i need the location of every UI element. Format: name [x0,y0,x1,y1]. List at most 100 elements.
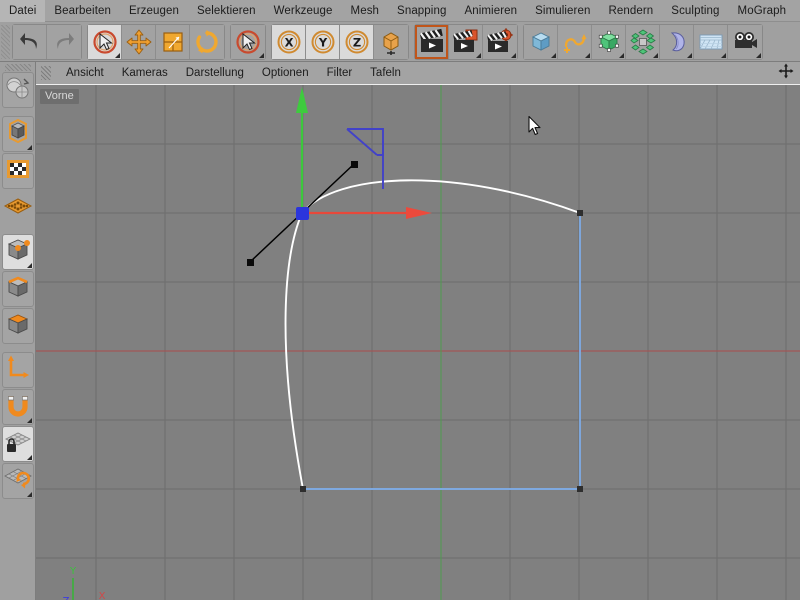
pan-view-button[interactable] [778,63,794,84]
viewmenu-tafeln[interactable]: Tafeln [361,62,410,84]
texture-mode-button[interactable] [1,153,34,189]
world-coordinates-icon [378,29,404,55]
point-mode-button[interactable] [1,234,34,270]
undo-icon [17,29,43,55]
popup-corner-indicator [585,52,590,58]
render-view-icon [418,28,446,56]
texture-mode-icon [5,156,31,187]
menu-mograph[interactable]: MoGraph [729,0,796,22]
world-coordinates-button[interactable] [374,24,408,59]
lock-workplane-button[interactable] [1,426,34,462]
menu-charakter[interactable]: Charak [795,0,800,22]
viewmenu-filter[interactable]: Filter [318,62,362,84]
menu-snapping[interactable]: Snapping [388,0,455,22]
axis-x-button[interactable]: X [272,24,306,59]
move-tool-button[interactable] [122,24,156,59]
deformer-button[interactable] [660,24,694,59]
live-selection-button[interactable] [88,24,122,59]
undo-button[interactable] [13,24,47,59]
rail-separator [0,109,35,115]
popup-corner-indicator [476,52,481,58]
deformer-icon [664,29,690,55]
render-settings-icon [486,27,514,56]
render-view-button[interactable] [415,24,449,59]
redo-button[interactable] [47,24,81,59]
polygon-mode-icon [4,311,32,342]
popup-corner-indicator [26,263,32,268]
menu-werkzeuge[interactable]: Werkzeuge [265,0,342,22]
popup-corner-indicator [26,145,32,150]
cube-primitive-icon [528,29,554,55]
axis-z-button[interactable]: Z [340,24,374,59]
object-mode-button[interactable] [1,116,34,152]
popup-corner-indicator [115,52,120,58]
gizmo-axis-y-head [296,87,308,113]
popup-corner-indicator [26,492,32,497]
popup-corner-indicator [756,52,761,58]
rail-separator [0,345,35,351]
viewport-canvas[interactable]: Vorne Y X [36,85,800,600]
tangent-handle-a [351,161,358,168]
move-icon [126,29,152,55]
axis-label-x: X [99,591,106,600]
popup-corner-indicator [26,418,32,423]
menu-rendern[interactable]: Rendern [599,0,662,22]
menu-erzeugen[interactable]: Erzeugen [120,0,188,22]
selection-tool-icon [234,28,262,56]
axis-modify-button[interactable] [1,352,34,388]
undo-view-button[interactable] [1,72,34,108]
environment-button[interactable] [694,24,728,59]
menu-simulieren[interactable]: Simulieren [526,0,599,22]
menu-animieren[interactable]: Animieren [455,0,526,22]
camera-button[interactable] [728,24,762,59]
viewmenu-kameras[interactable]: Kameras [113,62,177,84]
viewmenu-ansicht[interactable]: Ansicht [57,62,113,84]
menu-selektieren[interactable]: Selektieren [188,0,265,22]
spline-pen-button[interactable] [558,24,592,59]
toolbar-drag-grip[interactable] [1,24,10,59]
menu-sculpting[interactable]: Sculpting [662,0,728,22]
cinema4d-window: Datei Bearbeiten Erzeugen Selektieren We… [0,0,800,600]
spline-pen-icon [562,29,588,55]
render-picture-button[interactable] [449,24,483,59]
cube-primitive-button[interactable] [524,24,558,59]
edge-mode-button[interactable] [1,271,34,307]
svg-text:X: X [284,35,293,49]
popup-corner-indicator [619,52,624,58]
environment-icon [698,29,724,55]
viewport-grid [36,85,800,600]
spline-point-corner-left [300,486,306,492]
scale-tool-button[interactable] [156,24,190,59]
svg-text:Y: Y [317,35,327,49]
menu-mesh[interactable]: Mesh [342,0,389,22]
rail-drag-grip[interactable] [4,64,31,71]
menu-bearbeiten[interactable]: Bearbeiten [45,0,120,22]
axis-x-icon: X [276,29,302,55]
magnet-button[interactable] [1,389,34,425]
selection-tool-button[interactable] [231,24,265,59]
toolbar-create-group [523,23,763,60]
workplane-button[interactable] [1,463,34,499]
axis-label-y: Y [69,566,77,577]
array-button[interactable] [626,24,660,59]
deformer-mode-button[interactable] [2,190,34,226]
nurbs-button[interactable] [592,24,626,59]
axis-label-z: Z [63,596,70,600]
popup-corner-indicator [653,52,658,58]
viewport-drag-grip[interactable] [41,66,51,80]
viewmenu-optionen[interactable]: Optionen [253,62,318,84]
rotate-tool-button[interactable] [190,24,224,59]
live-selection-icon [91,28,119,56]
render-picture-icon [452,28,480,56]
toolbar-render-group [414,23,518,60]
axis-y-button[interactable]: Y [306,24,340,59]
popup-corner-indicator [259,52,264,58]
render-settings-button[interactable] [483,24,517,59]
rail-separator [0,227,35,233]
menu-datei[interactable]: Datei [0,0,46,22]
toolbar-transform-group [87,23,225,60]
viewmenu-darstellung[interactable]: Darstellung [177,62,253,84]
redo-icon [51,29,77,55]
polygon-mode-button[interactable] [1,308,34,344]
popup-corner-indicator [26,455,32,460]
